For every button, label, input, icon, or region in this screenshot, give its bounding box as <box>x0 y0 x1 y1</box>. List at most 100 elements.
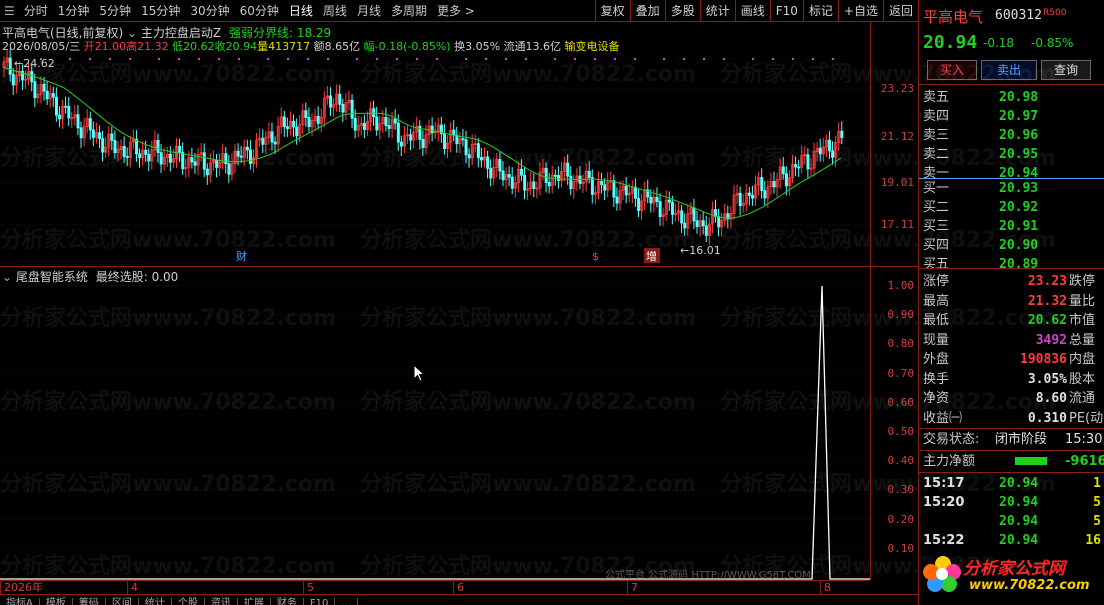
toolbar-button[interactable]: F10 <box>769 0 803 22</box>
period-tab[interactable]: 更多 > <box>432 0 480 22</box>
toolbar-button[interactable]: 画线 <box>734 0 770 22</box>
tick-row: 15:17 20.94 1 <box>919 474 1104 493</box>
period-tab[interactable]: 30分钟 <box>185 0 234 22</box>
stat-row: 现量 3492 总量 <box>919 331 1104 350</box>
indicator-tick: 0.70 <box>887 366 915 380</box>
stat-label-2: 内盘 <box>1069 352 1096 367</box>
trade-state-row: 交易状态: 闭市阶段 15:30 <box>919 430 1104 449</box>
toolbar-button[interactable]: +自选 <box>837 0 883 22</box>
logo-text: 分析家公式网 <box>963 559 1065 579</box>
order-label: 卖二 <box>923 147 950 162</box>
bar-amount: 额8.65亿 <box>313 40 361 53</box>
stat-label-2: 股本 <box>1069 371 1096 387</box>
stat-label-2: 流通 <box>1069 391 1096 406</box>
period-tab[interactable]: 周线 <box>318 0 352 22</box>
order-label: 买三 <box>923 219 950 234</box>
toolbar-button[interactable]: 多股 <box>664 0 700 22</box>
bar-high: 高21.32 <box>126 40 169 53</box>
stat-label: 换手 <box>923 371 950 387</box>
sell-button[interactable]: 卖出 <box>981 60 1037 80</box>
bid-row[interactable]: 买三 20.91 <box>919 217 1104 236</box>
stock-name: 平高电气 <box>923 8 984 26</box>
indicator-tick: 0.40 <box>887 454 915 468</box>
bottom-tab[interactable]: F10 <box>304 598 336 605</box>
net-flow-row: 主力净额 -9616 <box>919 452 1104 471</box>
main-price-axis: 23.23 21.12 19.01 17.11 <box>870 22 918 266</box>
price-tick: 21.12 <box>880 130 914 143</box>
order-price: 20.95 <box>999 147 1039 162</box>
bottom-tab[interactable]: 个股 <box>172 598 205 605</box>
indicator-tick: 0.50 <box>887 425 915 438</box>
stats-table: 涨停 23.23 跌停 最高 21.32 量比 最低 20.62 市值 现量 3492 总量 外盘 190… <box>919 270 1104 428</box>
order-book: 卖五 20.98 卖四 20.97 卖三 20.96 卖二 20.95 卖一 20.94 买一 20.… <box>919 86 1104 272</box>
indicator-chart[interactable] <box>0 266 870 580</box>
stat-row: 换手 3.05% 股本 <box>919 370 1104 389</box>
period-tab[interactable]: 60分钟 <box>235 0 284 22</box>
stat-label-2: 市值 <box>1069 313 1096 328</box>
toolbar-button[interactable]: 统计 <box>699 0 735 22</box>
bottom-tab[interactable]: 筹码 <box>73 598 106 605</box>
bottom-tab[interactable]: 统计 <box>139 598 172 605</box>
ask-row[interactable]: 卖五 20.98 <box>919 88 1104 107</box>
bottom-tab[interactable]: … <box>335 598 359 605</box>
stat-label-2: 总量 <box>1069 332 1096 348</box>
price-tick: 23.23 <box>880 82 914 95</box>
indicator-tick: 0.20 <box>887 512 915 526</box>
toolbar-button[interactable]: 标记 <box>802 0 838 22</box>
tick-volume: 1 <box>1093 476 1101 491</box>
period-tab[interactable]: 5分钟 <box>94 0 136 22</box>
menu-icon[interactable]: ☰ <box>0 4 19 18</box>
bottom-tab[interactable]: 扩展 <box>238 598 271 605</box>
stat-value: 8.60 <box>1035 391 1067 406</box>
ask-row[interactable]: 卖四 20.97 <box>919 107 1104 126</box>
stat-value: 3492 <box>1035 332 1067 348</box>
period-tab[interactable]: 月线 <box>352 0 386 22</box>
indicator-dropdown-icon[interactable]: ⌄ <box>2 270 12 284</box>
bottom-tab[interactable]: 区间 <box>106 598 139 605</box>
order-price: 20.96 <box>999 128 1039 143</box>
net-flow-label: 主力净额 <box>923 454 976 469</box>
indicator-tick: 1.00 <box>887 279 915 292</box>
last-price: 20.94 <box>923 32 978 53</box>
bar-date: 2026/08/05/三 <box>2 40 81 53</box>
stat-value: 3.05% <box>1027 371 1067 387</box>
toolbar-button[interactable]: 叠加 <box>629 0 665 22</box>
ask-row[interactable]: 卖二 20.95 <box>919 145 1104 164</box>
indicator-axis: 1.00 0.90 0.80 0.70 0.60 0.50 0.40 0.30 0.20 0.10 <box>870 266 918 580</box>
buy-button[interactable]: 买入 <box>927 60 977 80</box>
bottom-tab[interactable]: 模板 <box>40 598 73 605</box>
period-tab[interactable]: 分时 <box>19 0 53 22</box>
bottom-tab[interactable]: 指标A <box>0 598 40 605</box>
bid-row[interactable]: 买二 20.92 <box>919 198 1104 217</box>
toolbar-button[interactable]: 复权 <box>594 0 630 22</box>
query-button[interactable]: 查询 <box>1041 60 1091 80</box>
date-tick: 5 <box>303 581 314 595</box>
bar-volume: 量413717 <box>257 40 311 53</box>
indicator-tick: 0.80 <box>887 337 915 351</box>
toolbar-button[interactable]: 返回 <box>882 0 918 22</box>
ask-row[interactable]: 卖三 20.96 <box>919 126 1104 145</box>
order-price: 20.97 <box>999 109 1039 124</box>
bottom-tab[interactable]: 财务 <box>271 598 304 605</box>
flower-logo-icon <box>923 556 961 592</box>
trade-state-time: 15:30 <box>1065 432 1103 447</box>
period-tab[interactable]: 日线 <box>284 0 318 22</box>
increase-marker: 增 <box>646 249 657 263</box>
kline-chart[interactable]: ←24.62 ←16.01 财 $ 增 <box>0 22 870 266</box>
bid-row[interactable]: 买四 20.90 <box>919 236 1104 255</box>
stat-row: 收益㈠ 0.310PE(动) <box>919 409 1104 428</box>
mouse-cursor-icon <box>413 364 425 382</box>
stat-label: 现量 <box>923 332 950 348</box>
net-flow-value: -9616 <box>1065 454 1104 469</box>
app-root: ☰ 分时 1分钟 5分钟 15分钟 30分钟 60分钟 日线 周线 月线 多周期 更多 > 复权 叠加 多股… <box>0 0 1104 605</box>
stat-row: 最高 21.32 量比 <box>919 292 1104 311</box>
bottom-tab[interactable]: 资讯 <box>205 598 238 605</box>
stat-label-2: 跌停 <box>1069 274 1096 289</box>
period-tab[interactable]: 15分钟 <box>136 0 185 22</box>
order-label: 卖五 <box>923 90 950 105</box>
high-price-marker: ←24.62 <box>14 57 55 70</box>
bid-row[interactable]: 买一 20.93 <box>919 179 1104 198</box>
period-tab[interactable]: 1分钟 <box>53 0 95 22</box>
date-tick: 8 <box>820 581 831 595</box>
period-tab[interactable]: 多周期 <box>386 0 432 22</box>
